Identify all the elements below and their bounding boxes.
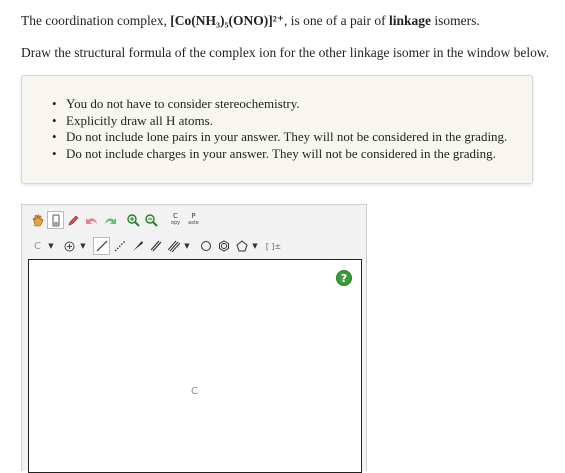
- paste-button[interactable]: P aste: [185, 211, 202, 229]
- editor-toolbar-top: C opy P aste: [29, 210, 203, 230]
- pencil-shape: [68, 215, 79, 225]
- pencil-icon[interactable]: [65, 211, 82, 229]
- bond-dropdown-icon[interactable]: ▼: [183, 242, 191, 250]
- hashed-bond-icon[interactable]: [111, 237, 128, 255]
- note-item: You do not have to consider stereochemis…: [52, 96, 507, 113]
- triple-bond-icon[interactable]: [165, 237, 182, 255]
- single-bond-icon[interactable]: [93, 237, 110, 255]
- notes-box: You do not have to consider stereochemis…: [21, 75, 533, 184]
- instruction-text: Draw the structural formula of the compl…: [21, 45, 550, 60]
- paste-sub-label: aste: [188, 220, 199, 226]
- undo-icon[interactable]: [83, 211, 100, 229]
- copy-button[interactable]: C opy: [167, 211, 184, 229]
- question-mid: , is one of a pair of: [283, 13, 389, 28]
- complex-formula: [Co(NH₃)₅(ONO)]²⁺: [170, 13, 284, 28]
- redo-icon[interactable]: [101, 211, 118, 229]
- element-label: C: [34, 240, 41, 252]
- note-item: Explicitly draw all H atoms.: [52, 113, 507, 130]
- double-bond-icon[interactable]: [147, 237, 164, 255]
- molecule-editor: C opy P aste C ▼ ▼ ▼ ▼ []± ? C: [21, 204, 367, 473]
- help-label: ?: [340, 271, 348, 285]
- cyclopropane-ring-icon[interactable]: [197, 237, 214, 255]
- cyclopentane-ring-icon[interactable]: [233, 237, 250, 255]
- element-selector[interactable]: C: [29, 237, 46, 255]
- copy-sub-label: opy: [170, 220, 181, 226]
- question-prefix: The coordination complex,: [21, 13, 171, 28]
- eraser-icon[interactable]: [47, 211, 64, 229]
- note-item: Do not include charges in your answer. T…: [52, 146, 507, 163]
- add-atom-icon[interactable]: [61, 237, 78, 255]
- benzene-ring-icon[interactable]: [215, 237, 232, 255]
- wedge-bond-icon[interactable]: [129, 237, 146, 255]
- help-icon[interactable]: ?: [336, 270, 352, 286]
- drawing-canvas[interactable]: ? C: [28, 259, 362, 473]
- notes-list: You do not have to consider stereochemis…: [52, 96, 507, 162]
- editor-toolbar-bottom: C ▼ ▼ ▼ ▼ []±: [29, 236, 283, 256]
- note-item: Do not include lone pairs in your answer…: [52, 129, 507, 146]
- question-suffix: isomers.: [430, 13, 480, 28]
- keyword-linkage: linkage: [388, 13, 431, 28]
- element-dropdown-icon[interactable]: ▼: [47, 242, 55, 250]
- canvas-carbon-atom[interactable]: C: [191, 386, 198, 397]
- atom-dropdown-icon[interactable]: ▼: [79, 242, 87, 250]
- zoom-in-icon[interactable]: [125, 211, 142, 229]
- bracket-charge-button[interactable]: [ ]±: [265, 237, 282, 255]
- paste-label: P: [191, 212, 196, 220]
- bracket-label: [ ]±: [265, 241, 282, 251]
- hand-tool-icon[interactable]: [29, 211, 46, 229]
- ring-dropdown-icon[interactable]: ▼: [251, 242, 259, 250]
- zoom-out-icon[interactable]: [143, 211, 160, 229]
- question-text: The coordination complex, [Co(NH₃)₅(ONO)…: [21, 13, 480, 29]
- copy-label: C: [173, 212, 178, 220]
